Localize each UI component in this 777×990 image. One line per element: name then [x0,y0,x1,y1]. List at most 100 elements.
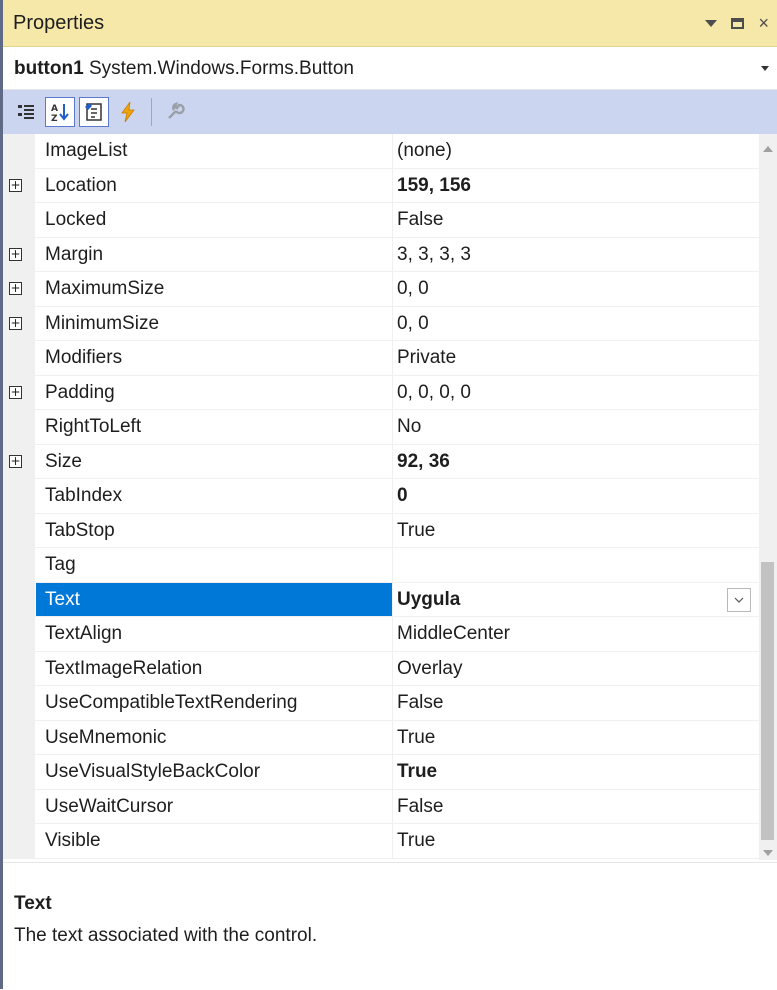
property-value[interactable]: No [397,410,421,444]
property-row[interactable]: UseCompatibleTextRendering False [3,686,759,721]
property-value[interactable]: (none) [397,134,452,168]
property-row[interactable]: TextAlign MiddleCenter [3,617,759,652]
property-value[interactable]: 0, 0 [397,307,429,341]
description-pane: Text The text associated with the contro… [3,862,777,990]
property-pages-button[interactable] [160,97,190,127]
column-divider[interactable] [392,617,393,651]
property-row[interactable]: TabStop True [3,513,759,548]
property-row[interactable]: + Size 92, 36 [3,444,759,479]
property-row[interactable]: Locked False [3,203,759,238]
column-divider[interactable] [392,789,393,823]
property-row[interactable]: UseVisualStyleBackColor True [3,755,759,790]
column-divider[interactable] [392,824,393,858]
column-divider[interactable] [392,582,393,616]
column-divider[interactable] [392,755,393,789]
property-value[interactable]: 0, 0, 0, 0 [397,376,471,410]
property-row[interactable]: UseWaitCursor False [3,789,759,824]
property-row[interactable]: RightToLeft No [3,410,759,445]
properties-icon [85,103,102,121]
expand-icon[interactable]: + [9,454,22,468]
property-name: TabStop [45,519,115,541]
expand-icon[interactable]: + [9,316,22,330]
row-gutter [3,824,35,858]
property-row[interactable]: TextImageRelation Overlay [3,651,759,686]
maximize-icon[interactable] [731,18,745,29]
column-divider[interactable] [392,306,393,340]
property-value[interactable]: 92, 36 [397,445,450,479]
property-row[interactable]: Modifiers Private [3,341,759,376]
property-row[interactable]: + MaximumSize 0, 0 [3,272,759,307]
property-name: TabIndex [45,485,123,506]
close-icon[interactable]: × [758,0,769,47]
property-value[interactable]: True [397,824,435,858]
scrollbar-thumb[interactable] [761,562,774,840]
column-divider[interactable] [392,479,393,513]
column-divider[interactable] [392,237,393,271]
scrollbar[interactable] [759,134,777,860]
expand-icon[interactable]: + [9,385,22,399]
property-value[interactable]: 3, 3, 3, 3 [397,238,471,272]
property-name: UseMnemonic [45,726,167,748]
property-value[interactable]: True [397,721,435,755]
events-button[interactable] [113,97,143,127]
scroll-down-icon[interactable] [763,850,773,856]
property-row[interactable]: + Location 159, 156 [3,168,759,203]
categorized-button[interactable] [11,97,41,127]
property-row[interactable]: Tag [3,548,759,583]
property-grid: ImageList (none) + Location 159, 156 Locked Fa… [3,134,759,860]
properties-panel: Properties × button1 System.Windows.Form… [0,0,777,990]
column-divider[interactable] [392,444,393,478]
column-divider[interactable] [392,686,393,720]
property-value[interactable]: False [397,203,443,237]
property-value[interactable]: 0 [397,479,408,513]
property-row[interactable]: TabIndex 0 [3,479,759,514]
scroll-up-icon[interactable] [763,146,773,152]
property-value[interactable]: Overlay [397,652,462,686]
svg-text:A: A [51,104,58,114]
window-title: Properties [13,12,105,34]
title-bar[interactable]: Properties × [3,0,777,47]
property-name: Visible [45,830,101,851]
object-dropdown-icon[interactable] [761,66,769,71]
column-divider[interactable] [392,513,393,547]
chevron-down-icon[interactable] [705,20,718,27]
property-value[interactable]: 159, 156 [397,169,471,203]
property-value[interactable]: True [397,755,437,789]
property-row[interactable]: Text Uygula [3,582,759,617]
property-value[interactable]: True [397,514,435,548]
column-divider[interactable] [392,375,393,409]
property-value[interactable]: Uygula [397,583,460,617]
object-selector[interactable]: button1 System.Windows.Forms.Button [3,48,777,90]
properties-button[interactable] [79,97,109,127]
value-dropdown-button[interactable] [727,587,751,612]
property-row[interactable]: UseMnemonic True [3,720,759,755]
column-divider[interactable] [392,272,393,306]
property-row[interactable]: + Padding 0, 0, 0, 0 [3,375,759,410]
property-row[interactable]: + Margin 3, 3, 3, 3 [3,237,759,272]
property-name: UseVisualStyleBackColor [45,761,261,782]
alphabetical-button[interactable]: A Z [45,97,75,127]
column-divider[interactable] [392,341,393,375]
column-divider[interactable] [392,134,393,168]
property-value[interactable]: False [397,790,443,824]
column-divider[interactable] [392,168,393,202]
property-value[interactable]: 0, 0 [397,272,429,306]
expand-icon[interactable]: + [9,178,22,192]
property-value[interactable]: MiddleCenter [397,617,510,651]
property-row[interactable]: Visible True [3,824,759,859]
property-row[interactable]: ImageList (none) [3,134,759,169]
svg-text:Z: Z [51,114,58,123]
column-divider[interactable] [392,651,393,685]
expand-icon[interactable]: + [9,282,22,295]
column-divider[interactable] [392,720,393,754]
property-name: Text [45,588,80,610]
property-name: MinimumSize [45,312,160,334]
column-divider[interactable] [392,410,393,444]
expand-icon[interactable]: + [9,247,22,261]
property-row[interactable]: + MinimumSize 0, 0 [3,306,759,341]
row-gutter [3,410,35,444]
column-divider[interactable] [392,203,393,237]
column-divider[interactable] [392,548,393,582]
property-value[interactable]: Private [397,341,456,375]
property-value[interactable]: False [397,686,443,720]
